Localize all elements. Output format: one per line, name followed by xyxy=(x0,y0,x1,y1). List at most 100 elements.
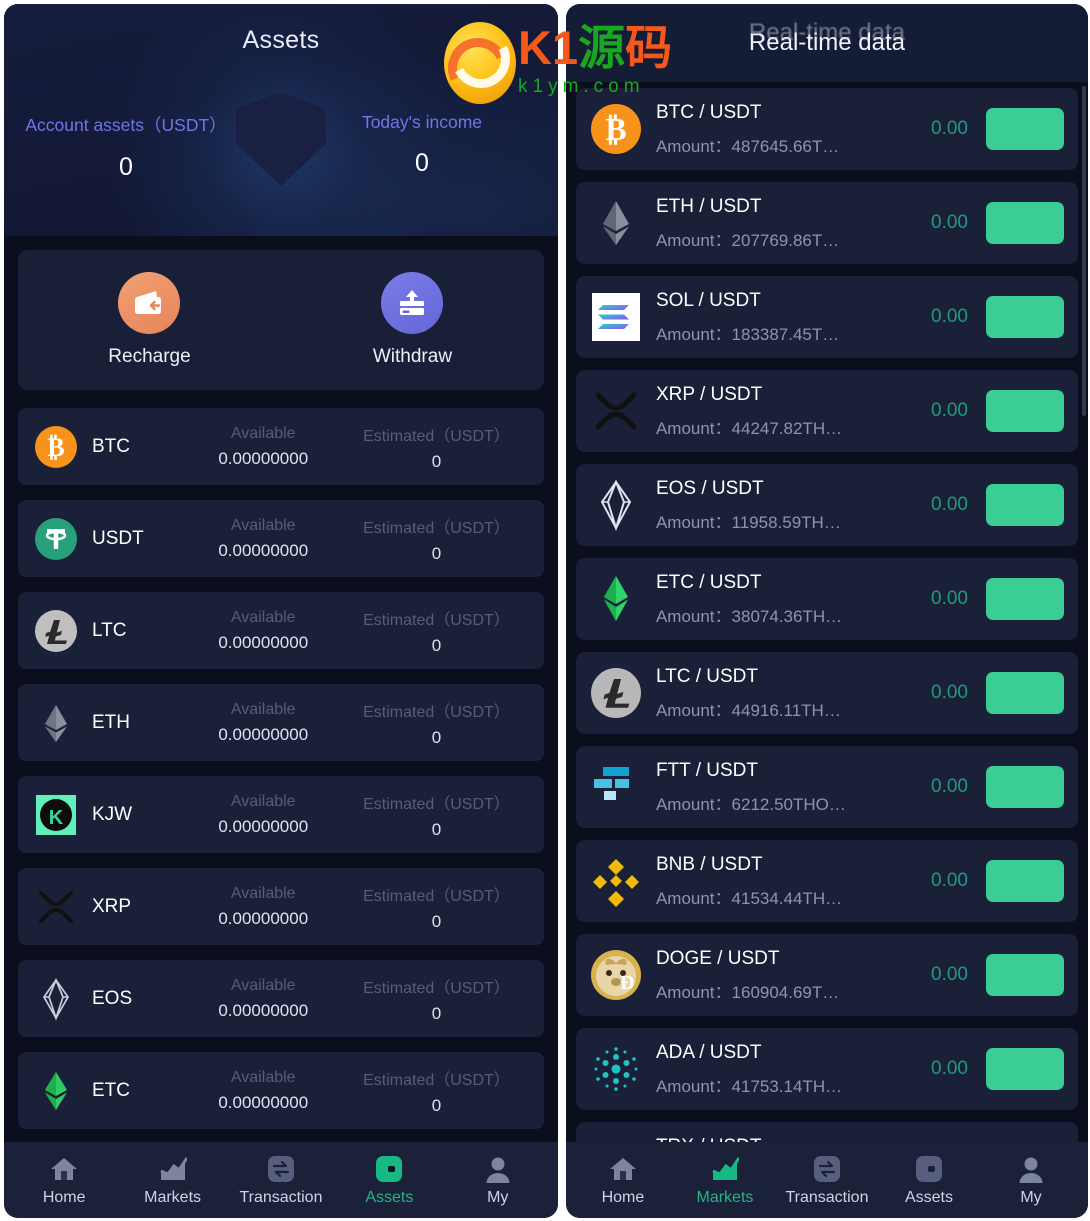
amount-value: 11958.59TH… xyxy=(731,512,841,532)
tab-label: Markets xyxy=(696,1188,754,1206)
bottom-nav-left: Home Markets Transaction Assets My xyxy=(4,1142,558,1218)
asset-row[interactable]: ETH Available 0.00000000 Estimated（USDT）… xyxy=(18,684,544,761)
asset-list: ₿ BTC Available 0.00000000 Estimated（USD… xyxy=(18,408,544,1129)
app-stage: Assets Account assets（USDT） 0 Today's in… xyxy=(0,0,1090,1221)
market-row[interactable]: BNB / USDT Amount：41534.44TH… 0.00 xyxy=(575,840,1078,922)
market-amount: Amount：487645.66T… xyxy=(656,132,896,157)
asset-row[interactable]: ₿ BTC Available 0.00000000 Estimated（USD… xyxy=(18,408,544,485)
market-row[interactable]: ADA / USDT Amount：41753.14TH… 0.00 xyxy=(575,1028,1078,1110)
available-label: Available xyxy=(230,1068,296,1086)
amount-value: 183387.45T… xyxy=(731,324,840,344)
amount-prefix: Amount： xyxy=(655,606,732,626)
markets-screen: Real-time data Real-time data ₿ BTC / US… xyxy=(565,4,1088,1218)
market-price: 0.00 xyxy=(931,964,968,985)
available-label: Available xyxy=(230,792,296,810)
market-row[interactable]: SOL / USDT Amount：183387.45T… 0.00 xyxy=(575,276,1078,358)
available-label: Available xyxy=(230,608,296,626)
tab-home[interactable]: Home xyxy=(10,1154,118,1207)
trade-button[interactable] xyxy=(986,954,1064,996)
asset-row[interactable]: LTC Available 0.00000000 Estimated（USDT）… xyxy=(18,592,544,669)
market-pair: DOGE / USDT xyxy=(655,947,780,969)
asset-row[interactable]: XRP Available 0.00000000 Estimated（USDT）… xyxy=(18,868,544,945)
asset-symbol: EOS xyxy=(92,987,133,1009)
amount-value: 38074.36TH… xyxy=(731,606,843,626)
available-value: 0.00000000 xyxy=(218,1000,309,1020)
asset-symbol: KJW xyxy=(92,803,133,825)
eos-icon xyxy=(34,977,78,1021)
asset-symbol: LTC xyxy=(92,619,127,641)
market-row[interactable]: TRX / USDT Amount： xyxy=(575,1122,1078,1142)
estimated-cell: Estimated（USDT） 0 xyxy=(345,606,528,656)
asset-symbol: ETC xyxy=(92,1079,130,1101)
trade-button[interactable] xyxy=(986,1048,1064,1090)
tab-my[interactable]: My xyxy=(980,1154,1082,1207)
tab-markets[interactable]: Markets xyxy=(118,1154,226,1207)
amount-prefix: Amount： xyxy=(655,888,732,908)
tab-my[interactable]: My xyxy=(444,1154,552,1207)
tab-home[interactable]: Home xyxy=(572,1154,674,1207)
available-value: 0.00000000 xyxy=(218,1092,309,1112)
market-price: 0.00 xyxy=(931,776,968,797)
market-row[interactable]: Ð DOGE / USDT Amount：160904.69T… 0.00 xyxy=(575,934,1078,1016)
asset-row[interactable]: ETC Available 0.00000000 Estimated（USDT）… xyxy=(18,1052,544,1129)
estimated-label: Estimated（USDT） xyxy=(363,427,510,445)
asset-row[interactable]: EOS Available 0.00000000 Estimated（USDT）… xyxy=(18,960,544,1037)
estimated-label: Estimated（USDT） xyxy=(363,519,510,537)
market-row[interactable]: ETC / USDT Amount：38074.36TH… 0.00 xyxy=(575,558,1078,640)
trade-button[interactable] xyxy=(986,108,1064,150)
market-row[interactable]: ETH / USDT Amount：207769.86T… 0.00 xyxy=(575,182,1078,264)
user-icon xyxy=(1016,1154,1046,1184)
trade-button[interactable] xyxy=(986,390,1064,432)
card-up-icon xyxy=(381,272,444,334)
trade-button[interactable] xyxy=(986,860,1064,902)
estimated-label: Estimated（USDT） xyxy=(363,887,510,905)
available-label: Available xyxy=(230,700,296,718)
trade-button[interactable] xyxy=(986,578,1064,620)
estimated-value: 0 xyxy=(431,727,442,747)
tab-transaction[interactable]: Transaction xyxy=(776,1154,878,1207)
xrp-icon xyxy=(590,385,642,437)
tab-transaction[interactable]: Transaction xyxy=(227,1154,335,1207)
available-cell: Available 0.00000000 xyxy=(182,701,345,745)
xrp-icon xyxy=(34,885,78,929)
withdraw-button[interactable]: Withdraw xyxy=(342,272,482,368)
today-income-label: Today's income xyxy=(361,112,483,132)
available-cell: Available 0.00000000 xyxy=(182,977,345,1021)
trade-button[interactable] xyxy=(986,202,1064,244)
recharge-button[interactable]: Recharge xyxy=(79,272,219,368)
trade-button[interactable] xyxy=(986,766,1064,808)
tab-label: Transaction xyxy=(239,1188,323,1206)
account-assets-label: Account assets（USDT） xyxy=(25,115,227,135)
market-row[interactable]: XRP / USDT Amount：44247.82TH… 0.00 xyxy=(575,370,1078,452)
asset-row[interactable]: USDT Available 0.00000000 Estimated（USDT… xyxy=(18,500,544,577)
markets-header: Real-time data Real-time data xyxy=(565,4,1088,82)
trade-button[interactable] xyxy=(986,296,1064,338)
asset-symbol: ETH xyxy=(92,711,130,733)
market-pair: ETH / USDT xyxy=(655,195,762,217)
exchange-icon xyxy=(812,1154,842,1184)
market-row[interactable]: EOS / USDT Amount：11958.59TH… 0.00 xyxy=(575,464,1078,546)
usdt-icon xyxy=(34,517,78,561)
asset-row[interactable]: K KJW Available 0.00000000 Estimated（USD… xyxy=(18,776,544,853)
doge-icon: Ð xyxy=(590,949,642,1001)
tab-label: My xyxy=(487,1188,509,1206)
market-row[interactable]: LTC / USDT Amount：44916.11TH… 0.00 xyxy=(575,652,1078,734)
estimated-value: 0 xyxy=(431,1003,442,1023)
scrollbar[interactable] xyxy=(1082,86,1086,416)
tab-markets[interactable]: Markets xyxy=(674,1154,776,1207)
trade-button[interactable] xyxy=(986,672,1064,714)
market-pair: EOS / USDT xyxy=(655,477,764,499)
tab-assets[interactable]: Assets xyxy=(878,1154,980,1207)
tab-assets[interactable]: Assets xyxy=(335,1154,443,1207)
kjw-icon: K xyxy=(34,793,78,837)
market-amount: Amount：11958.59TH… xyxy=(656,508,896,533)
eth-icon xyxy=(590,197,642,249)
estimated-label: Estimated（USDT） xyxy=(363,1071,510,1089)
estimated-value: 0 xyxy=(431,451,442,471)
trade-button[interactable] xyxy=(986,484,1064,526)
etc-icon xyxy=(34,1069,78,1113)
amount-value: 487645.66T… xyxy=(731,136,840,156)
market-row[interactable]: FTT / USDT Amount：6212.50THO… 0.00 xyxy=(575,746,1078,828)
amount-prefix: Amount： xyxy=(655,512,732,532)
market-row[interactable]: ₿ BTC / USDT Amount：487645.66T… 0.00 xyxy=(575,88,1078,170)
